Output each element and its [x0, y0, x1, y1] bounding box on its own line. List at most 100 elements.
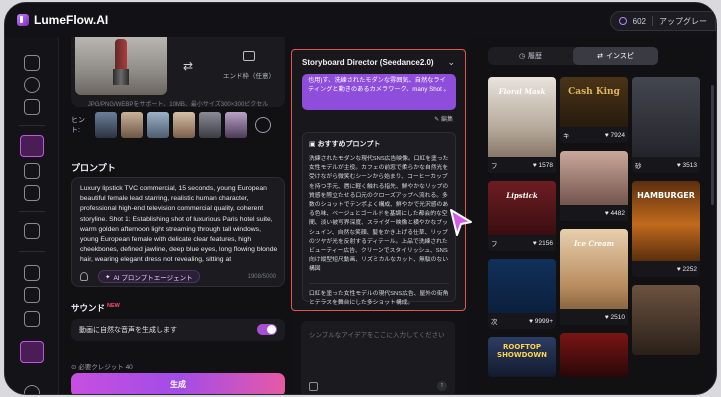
divider [19, 251, 45, 252]
likes-value: 2156 [538, 239, 553, 247]
prompt-input[interactable]: Luxury lipstick TVC commercial, 15 secon… [71, 177, 285, 287]
refresh-hints-icon[interactable] [255, 117, 271, 133]
hint-label: ヒント: [71, 117, 85, 134]
gallery-card[interactable]: Ice Cream ♥ 2510 [560, 229, 628, 325]
divider [19, 211, 45, 212]
frame-upload-area[interactable]: ⇄ エンド枠（任意） [71, 37, 285, 107]
gallery-card[interactable] [560, 333, 628, 377]
gallery-card[interactable]: Lipstick フ ♥ 2156 [488, 181, 556, 251]
gift-icon[interactable] [20, 341, 44, 363]
gallery-card[interactable]: Floral Mask フ ♥ 1578 [488, 77, 556, 173]
card-title: 砂 [635, 163, 642, 170]
gallery-panel: ◷ 履歴 ⇄ インスピ Floral Mask フ ♥ 1578 Cash Kin… [483, 37, 716, 394]
chevron-down-icon[interactable]: ⌄ [447, 57, 455, 68]
credits-value: 602 [632, 16, 646, 26]
swap-icon[interactable]: ⇄ [183, 59, 193, 73]
sound-section-title: サウンド NEW [71, 302, 120, 314]
home-icon[interactable] [24, 55, 40, 71]
gallery-card[interactable]: Cash King キ ♥ 7924 [560, 77, 628, 143]
top-bar: LumeFlow.AI 602 アップグレー [5, 3, 716, 37]
clock-icon: ◷ [518, 53, 526, 60]
video-camera-icon[interactable] [24, 265, 40, 281]
music-icon[interactable] [24, 311, 40, 327]
divider [652, 16, 653, 26]
refresh-icon[interactable] [24, 77, 40, 93]
folder-icon[interactable] [24, 99, 40, 115]
likes-count: ♥ 2156 [532, 239, 553, 247]
gallery-card[interactable]: ROOFTOP SHOWDOWN [488, 337, 556, 377]
card-title: フ [491, 163, 498, 170]
sound-toggle[interactable] [257, 324, 277, 335]
info-icon[interactable] [24, 385, 40, 394]
character-counter: 1908/5000 [247, 274, 276, 280]
lipstick-base [113, 69, 129, 85]
send-icon[interactable]: ↑ [437, 381, 447, 391]
director-model-select[interactable]: Storyboard Director (Seedance2.0) [302, 58, 434, 67]
card-art-text: HAMBURGER [637, 191, 695, 200]
brand-logo[interactable]: LumeFlow.AI [17, 13, 108, 27]
hint-thumbnail[interactable] [95, 112, 117, 138]
prompt-text[interactable]: Luxury lipstick TVC commercial, 15 secon… [80, 184, 280, 266]
hint-thumbnail[interactable] [199, 112, 221, 138]
likes-value: 7924 [610, 131, 625, 139]
ai-prompt-agent-label: AI プロンプトエージェント [113, 274, 193, 282]
hint-thumbnail[interactable] [225, 112, 247, 138]
attach-image-icon[interactable] [309, 382, 318, 391]
tab-inspiration[interactable]: ⇄ インスピ [573, 47, 658, 65]
edit-button[interactable]: ✎ 編集 [434, 114, 453, 123]
gallery-card[interactable]: 砂 ♥ 3513 [632, 77, 700, 173]
hint-thumbnail[interactable] [121, 112, 143, 138]
idea-placeholder: シンプルなアイデアをここに入力してください [309, 332, 445, 339]
likes-count: ♥ 2510 [604, 313, 625, 321]
recommended-prompt-title-text: おすすめプロンプト [317, 141, 381, 148]
hint-row: ヒント: [71, 111, 285, 139]
image-edit-icon[interactable] [24, 223, 40, 239]
gallery-card[interactable]: HAMBURGER ♥ 2252 [632, 181, 700, 277]
credits-badge[interactable]: 602 アップグレー [609, 11, 716, 31]
sparkle-icon: ▣ [309, 141, 318, 148]
card-art-text: ROOFTOP SHOWDOWN [497, 343, 547, 359]
card-meta: フ ♥ 1578 [488, 157, 556, 173]
card-meta: 砂 ♥ 3513 [632, 157, 700, 173]
idea-input[interactable]: シンプルなアイデアをここに入力してください ↑ [301, 321, 455, 394]
sidebar-rail [5, 37, 59, 394]
gallery-card[interactable]: ♥ 4482 [560, 151, 628, 221]
card-title: 次 [491, 319, 498, 326]
start-frame-image[interactable] [75, 37, 167, 95]
lightbulb-icon[interactable] [80, 272, 88, 281]
user-message-bubble: 也用)す、洗練されたモダンな雰囲気、自然なライティングと動きのあるカメラワーク、… [302, 74, 456, 110]
director-column: Storyboard Director (Seedance2.0) ⌄ 也用)す… [291, 37, 469, 394]
upgrade-button[interactable]: アップグレー [659, 16, 707, 27]
card-meta: 次 ♥ 9999+ [488, 313, 556, 329]
likes-value: 2252 [682, 265, 697, 273]
likes-count: ♥ 4482 [604, 209, 625, 217]
video-icon[interactable] [24, 163, 40, 179]
ai-prompt-agent-button[interactable]: ✦ AI プロンプトエージェント [98, 270, 200, 283]
likes-value: 4482 [610, 209, 625, 217]
image-add-icon [243, 51, 255, 61]
credit-requirement: ⊙ 必要クレジット 40 [71, 361, 133, 371]
tab-history-label: 履歴 [528, 53, 543, 60]
hint-thumbnail[interactable] [173, 112, 195, 138]
recommended-prompt-card[interactable]: ▣ おすすめプロンプト 洗練されたモダンな現代SNS広告映像。口紅を塗った女性モ… [302, 132, 456, 306]
tab-inspiration-label: インスピ [606, 53, 634, 60]
hint-thumbnail[interactable] [147, 112, 169, 138]
card-meta: フ ♥ 2156 [488, 235, 556, 251]
recommended-prompt-text: 洗練されたモダンな現代SNS広告映像。口紅を塗った女性モデルが主役。カフェの前窓… [309, 156, 449, 273]
end-frame-upload[interactable]: エンド枠（任意） [219, 51, 279, 83]
layers-icon[interactable] [24, 287, 40, 303]
prompt-title: プロンプト [71, 163, 116, 173]
gallery-card[interactable]: 次 ♥ 9999+ [488, 259, 556, 329]
tab-history[interactable]: ◷ 履歴 [488, 47, 573, 65]
image-to-video-icon[interactable] [20, 135, 44, 157]
calendar-icon[interactable] [24, 185, 40, 201]
credit-requirement-text: 必要クレジット 40 [78, 364, 133, 371]
card-meta: ♥ 4482 [560, 205, 628, 221]
credits-icon [618, 17, 627, 25]
likes-value: 2510 [610, 313, 625, 321]
gallery-card[interactable] [632, 285, 700, 355]
card-art-text: Ice Cream [573, 239, 615, 248]
generate-button[interactable]: 生成 [71, 373, 285, 394]
gallery-scrollbar[interactable] [711, 85, 714, 205]
sound-toggle-row: 動画に自然な音声を生成します [71, 319, 285, 341]
